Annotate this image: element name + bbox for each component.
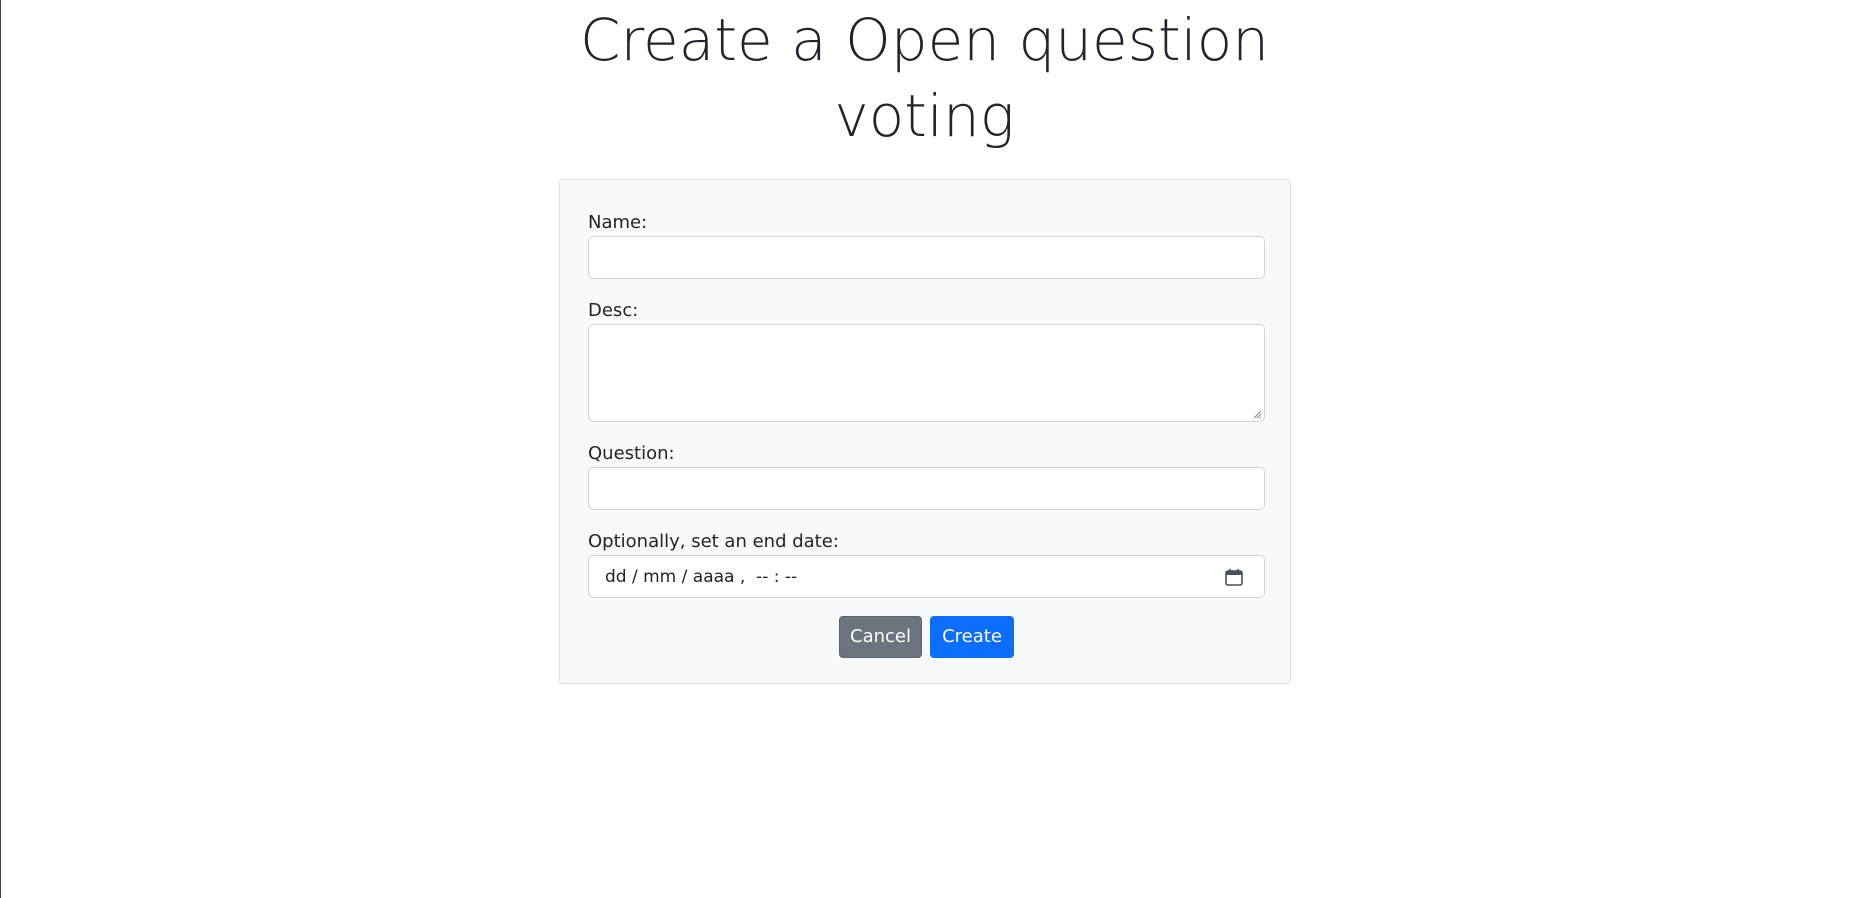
end-date-placeholder: dd / mm / aaaa , -- : --	[605, 567, 798, 587]
page: Create a Open question voting Name: Desc…	[0, 0, 1849, 898]
page-title-line-2: voting	[834, 82, 1015, 150]
page-title: Create a Open question voting	[0, 2, 1849, 154]
voting-form-card: Name: Desc: Question: Optionally, set an…	[559, 179, 1291, 684]
resize-grip-icon[interactable]	[1252, 409, 1262, 419]
page-title-line-1: Create a Open question	[579, 6, 1270, 74]
cancel-button[interactable]: Cancel	[839, 616, 922, 658]
end-date-input[interactable]: dd / mm / aaaa , -- : --	[588, 555, 1265, 598]
name-input[interactable]	[588, 236, 1265, 279]
question-input[interactable]	[588, 467, 1265, 510]
end-date-label: Optionally, set an end date:	[588, 531, 839, 552]
create-button[interactable]: Create	[930, 616, 1014, 658]
question-label: Question:	[588, 443, 675, 464]
calendar-icon[interactable]	[1224, 567, 1244, 587]
desc-label: Desc:	[588, 300, 639, 321]
desc-textarea[interactable]	[588, 324, 1265, 422]
name-label: Name:	[588, 212, 648, 233]
